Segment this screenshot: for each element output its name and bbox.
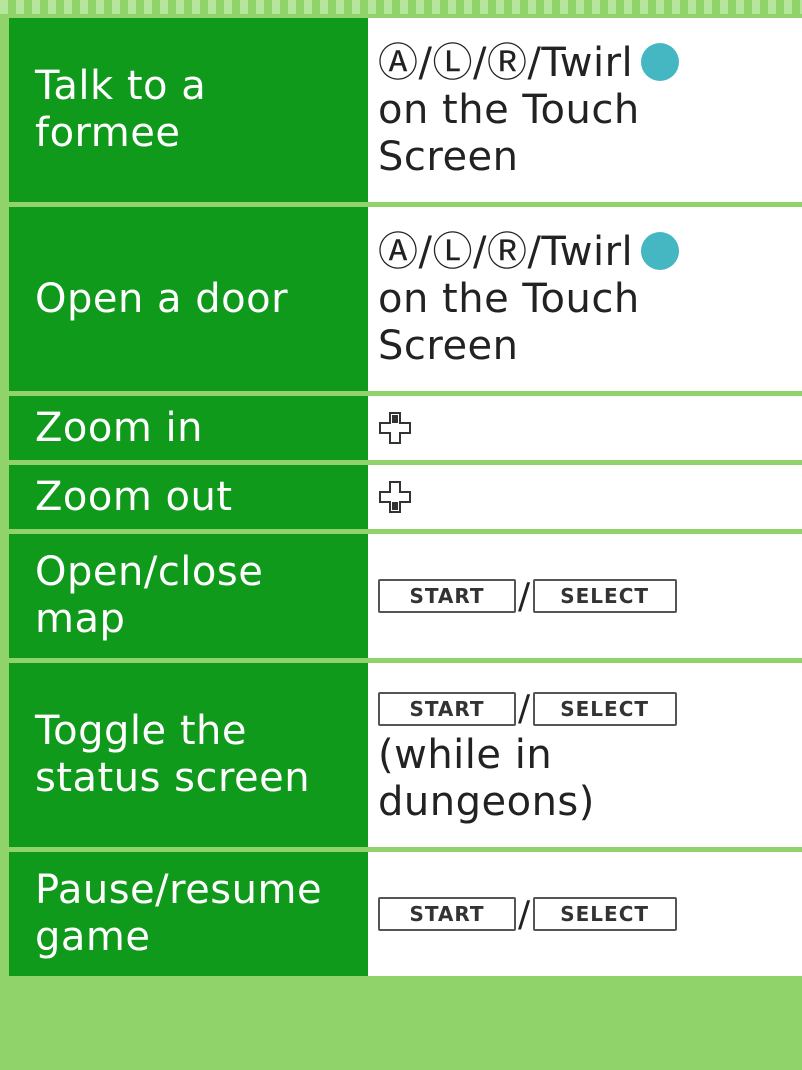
control-value: Ⓐ/Ⓛ/Ⓡ/Twirl on the Touch Screen [368, 18, 802, 202]
action-label: Talk to a formee [9, 18, 355, 202]
action-label: Pause/resume game [9, 852, 355, 976]
table-row: Zoom out [9, 465, 802, 529]
dpad-down-icon [379, 481, 411, 513]
top-dashed-border [0, 0, 802, 14]
control-buttons-text: Ⓐ/Ⓛ/Ⓡ/Twirl [378, 39, 634, 86]
select-button-icon: SELECT [532, 579, 677, 613]
action-label: Open/close map [9, 534, 355, 658]
control-buttons-text: Ⓐ/Ⓛ/Ⓡ/Twirl [378, 228, 634, 275]
control-suffix-text: on the Touch Screen [378, 86, 640, 180]
start-button-icon: START [378, 579, 516, 613]
dpad-up-icon [379, 412, 411, 444]
start-button-icon: START [378, 897, 516, 931]
controls-table: Talk to a formee Ⓐ/Ⓛ/Ⓡ/Twirl on the Touc… [9, 18, 802, 981]
table-row: Toggle the status screen START / SELECT (w… [9, 663, 802, 847]
table-row: Pause/resume game START / SELECT [9, 852, 802, 976]
action-label: Toggle the status screen [9, 663, 355, 847]
control-suffix-text: on the Touch Screen [378, 275, 640, 369]
control-suffix-text: (while in dungeons) [378, 732, 595, 826]
table-row: Open/close map START / SELECT [9, 534, 802, 658]
table-row: Talk to a formee Ⓐ/Ⓛ/Ⓡ/Twirl on the Touc… [9, 18, 802, 202]
select-button-icon: SELECT [532, 691, 677, 726]
control-value [368, 465, 802, 529]
table-row: Open a door Ⓐ/Ⓛ/Ⓡ/Twirl on the Touch Scr… [9, 207, 802, 391]
control-value: START / SELECT [368, 534, 802, 658]
control-value [368, 396, 802, 460]
table-row: Zoom in [9, 396, 802, 460]
control-value: START / SELECT (while in dungeons) [368, 663, 802, 847]
stylus-dot-icon [641, 42, 680, 81]
action-label: Zoom in [9, 396, 355, 460]
control-value: START / SELECT [368, 852, 802, 976]
control-value: Ⓐ/Ⓛ/Ⓡ/Twirl on the Touch Screen [368, 207, 802, 391]
select-button-icon: SELECT [532, 897, 677, 931]
action-label: Open a door [9, 207, 355, 391]
action-label: Zoom out [9, 465, 355, 529]
stylus-dot-icon [641, 231, 680, 270]
start-button-icon: START [378, 691, 516, 726]
